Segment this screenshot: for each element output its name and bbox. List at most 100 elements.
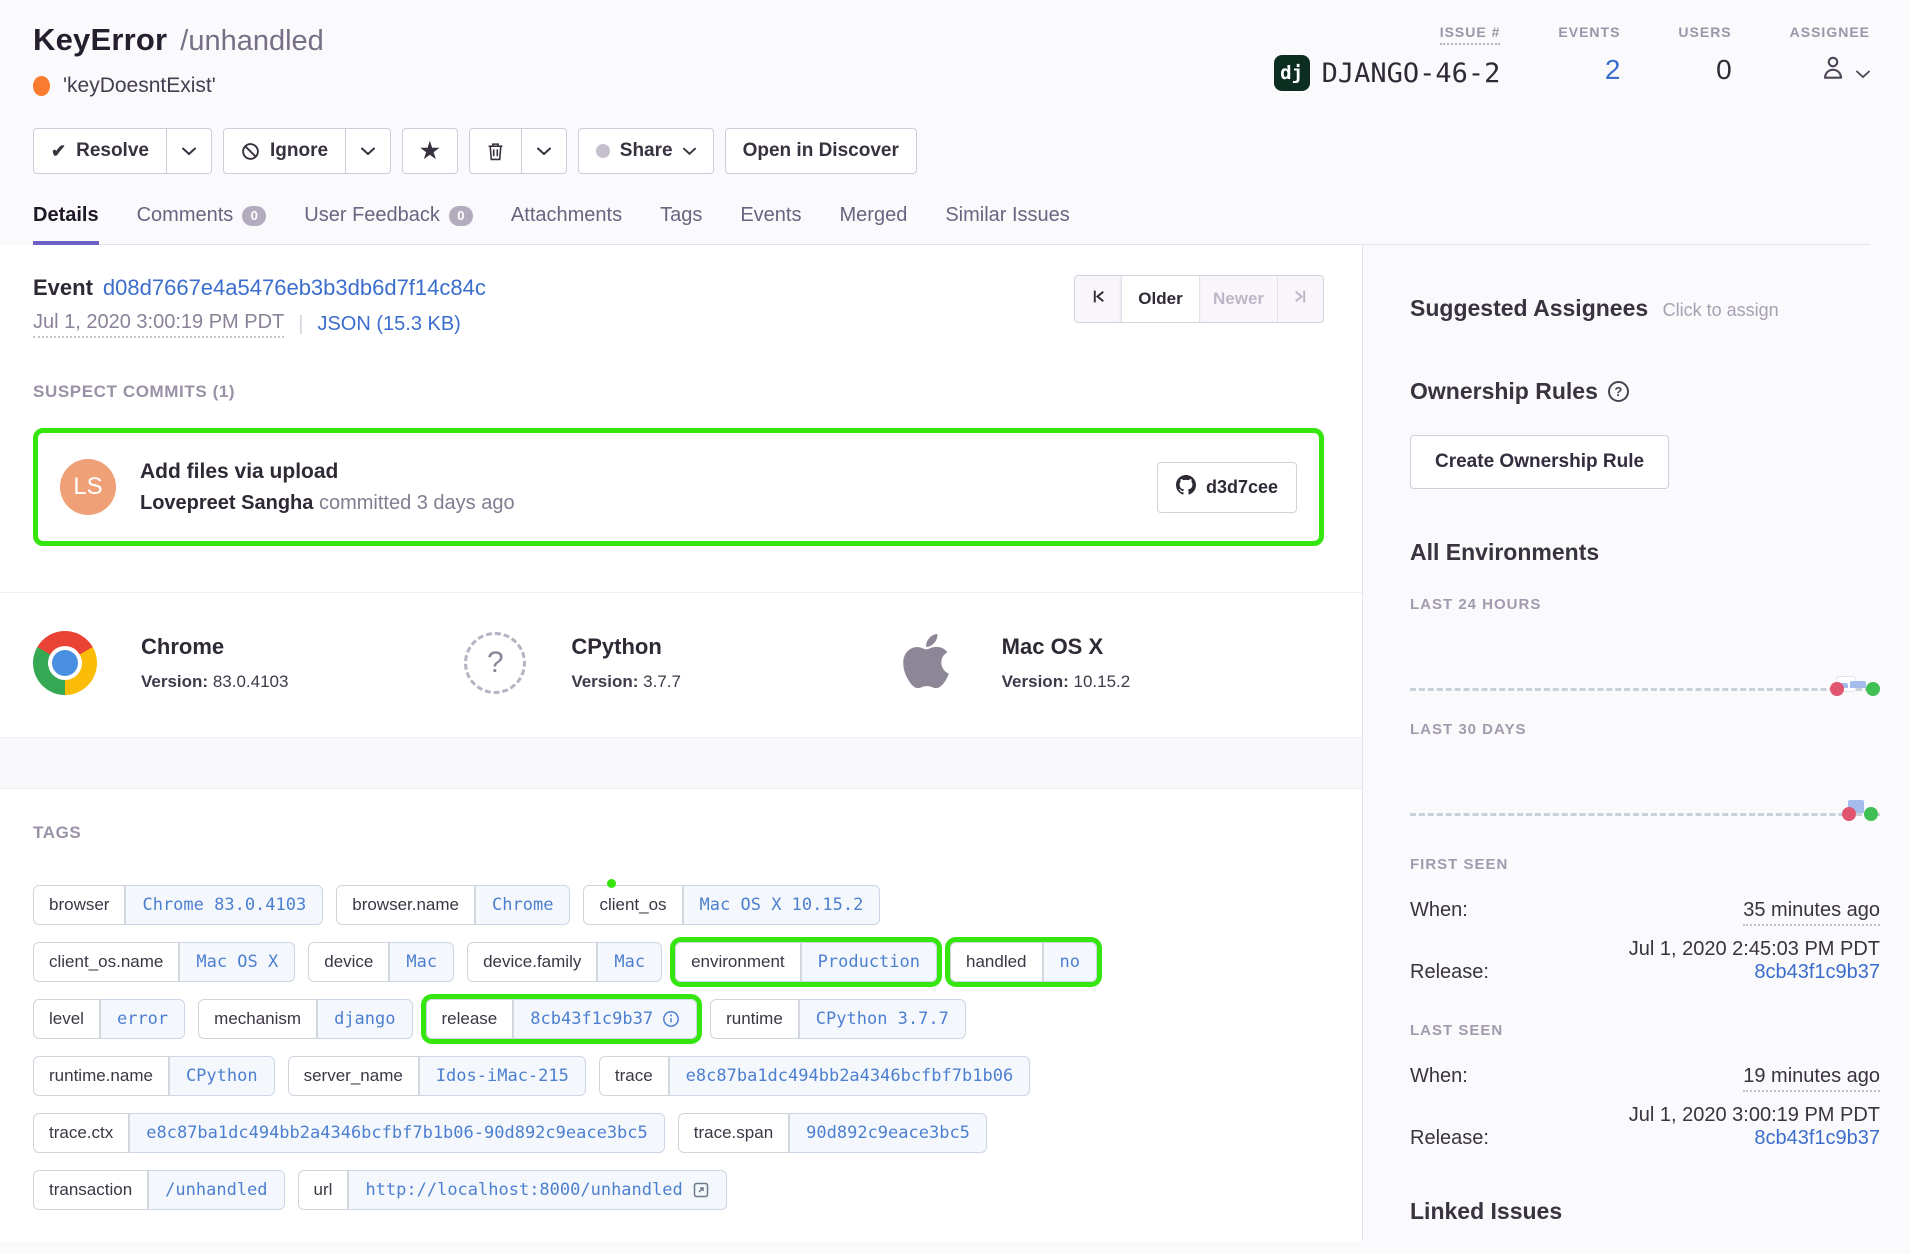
commit-author-avatar: LS (60, 459, 116, 515)
events-sparkline-30d[interactable] (1410, 738, 1880, 816)
ignore-dropdown-button[interactable] (346, 128, 391, 174)
external-link-icon[interactable] (692, 1181, 710, 1199)
tag-release: release 8cb43f1c9b37 (426, 999, 698, 1039)
tag-row: level error mechanism django (33, 999, 1324, 1039)
share-button[interactable]: Share (578, 128, 714, 174)
last-seen-release-link[interactable]: 8cb43f1c9b37 (1754, 1127, 1880, 1150)
tab-details[interactable]: Details (33, 204, 99, 244)
tag-key: trace.span (678, 1113, 789, 1153)
tag-value[interactable]: e8c87ba1dc494bb2a4346bcfbf7b1b06 (669, 1056, 1031, 1096)
environments-title: All Environments (1410, 539, 1880, 566)
tag-value[interactable]: no (1043, 942, 1097, 982)
event-label: Event (33, 275, 93, 300)
tag-value[interactable]: Chrome 83.0.4103 (125, 885, 323, 925)
event-id-link[interactable]: d08d7667e4a5476eb3b3db6d7f14c84c (103, 275, 486, 300)
commit-message: Add files via upload (140, 460, 1157, 484)
event-json-link[interactable]: JSON (15.3 KB) (317, 313, 460, 336)
tab-count-badge: 0 (242, 206, 266, 226)
context-version: 3.7.7 (643, 672, 681, 691)
tag-client_os: client_os Mac OS X 10.15.2 (583, 885, 880, 925)
first-seen-relative: 35 minutes ago (1743, 899, 1880, 926)
assignee-label: ASSIGNEE (1790, 24, 1870, 40)
older-event-button[interactable]: Older (1121, 276, 1199, 322)
tag-value[interactable]: Mac (597, 942, 662, 982)
create-ownership-rule-button[interactable]: Create Ownership Rule (1410, 435, 1669, 489)
issue-stats: ISSUE # dj DJANGO-46-2 EVENTS 2 USERS 0 … (1274, 22, 1870, 91)
issue-title: KeyError (33, 22, 167, 58)
django-project-icon: dj (1274, 55, 1310, 91)
ownership-rules-title: Ownership Rules (1410, 378, 1598, 405)
skip-to-latest-button[interactable] (1277, 276, 1323, 322)
tag-transaction: transaction /unhandled (33, 1170, 285, 1210)
help-icon[interactable]: ? (1608, 381, 1629, 402)
oldest-event-button[interactable] (1075, 276, 1121, 322)
tag-client_os.name: client_os.name Mac OS X (33, 942, 295, 982)
bookmark-button[interactable]: ★ (402, 128, 458, 174)
tab-comments[interactable]: Comments 0 (137, 204, 267, 244)
tab-user-feedback[interactable]: User Feedback 0 (304, 204, 473, 244)
context-name: CPython (571, 634, 681, 660)
tag-key: environment (675, 942, 801, 982)
latest-release-dot (1866, 682, 1880, 696)
tag-key: client_os.name (33, 942, 179, 982)
info-icon[interactable] (662, 1010, 680, 1028)
tab-tags[interactable]: Tags (660, 204, 702, 244)
latest-release-dot (1864, 807, 1878, 821)
event-pagination: Older Newer (1074, 275, 1324, 323)
tag-key: runtime (710, 999, 799, 1039)
ignore-button[interactable]: Ignore (223, 128, 346, 174)
tag-value[interactable]: Chrome (475, 885, 570, 925)
tag-value[interactable]: CPython (169, 1056, 275, 1096)
delete-dropdown-button[interactable] (522, 128, 567, 174)
tag-value[interactable]: 90d892c9eace3bc5 (789, 1113, 987, 1153)
tag-value[interactable]: e8c87ba1dc494bb2a4346bcfbf7b1b06-90d892c… (129, 1113, 665, 1153)
tag-value[interactable]: CPython 3.7.7 (799, 999, 966, 1039)
suggested-assignees-title: Suggested Assignees (1410, 295, 1648, 321)
events-count[interactable]: 2 (1558, 52, 1620, 88)
users-count[interactable]: 0 (1678, 52, 1731, 88)
tag-value[interactable]: Idos-iMac-215 (419, 1056, 586, 1096)
tab-similar-issues[interactable]: Similar Issues (945, 204, 1069, 244)
assignee-dropdown[interactable] (1790, 52, 1870, 88)
first-seen-absolute: Jul 1, 2020 2:45:03 PM PDT (1410, 938, 1880, 961)
skip-to-last-icon (1292, 288, 1309, 310)
sentry-issue-details-page: KeyError /unhandled 'keyDoesntExist' ISS… (0, 0, 1910, 1254)
tag-row: trace.ctx e8c87ba1dc494bb2a4346bcfbf7b1b… (33, 1113, 1324, 1153)
tag-value[interactable]: Mac OS X (179, 942, 295, 982)
issue-header: KeyError /unhandled 'keyDoesntExist' ISS… (0, 0, 1910, 245)
tag-key: client_os (583, 885, 682, 925)
resolve-button[interactable]: ✔ Resolve (33, 128, 167, 174)
tag-runtime: runtime CPython 3.7.7 (710, 999, 966, 1039)
commit-sha-button[interactable]: d3d7cee (1157, 462, 1297, 513)
last-30-days-label: LAST 30 DAYS (1410, 721, 1880, 738)
tag-level: level error (33, 999, 185, 1039)
issue-tabs: Details Comments 0 User Feedback 0 Attac… (33, 204, 1870, 245)
tag-key: server_name (288, 1056, 419, 1096)
tag-browser: browser Chrome 83.0.4103 (33, 885, 323, 925)
tab-events[interactable]: Events (740, 204, 801, 244)
first-seen-release-link[interactable]: 8cb43f1c9b37 (1754, 961, 1880, 984)
stat-events: EVENTS 2 (1558, 24, 1620, 91)
context-name: Chrome (141, 634, 288, 660)
tag-value[interactable]: Mac OS X 10.15.2 (683, 885, 881, 925)
tag-value[interactable]: /unhandled (148, 1170, 284, 1210)
last-seen-relative: 19 minutes ago (1743, 1065, 1880, 1092)
error-level-dot (33, 76, 50, 96)
newer-event-button[interactable]: Newer (1199, 276, 1277, 322)
tag-value[interactable]: 8cb43f1c9b37 (513, 999, 697, 1039)
tab-attachments[interactable]: Attachments (511, 204, 622, 244)
tag-value[interactable]: http://localhost:8000/unhandled (348, 1170, 726, 1210)
tag-handled: handled no (950, 942, 1097, 982)
chevron-down-icon (182, 147, 196, 156)
resolve-dropdown-button[interactable] (167, 128, 212, 174)
tag-value[interactable]: error (100, 999, 185, 1039)
open-in-discover-button[interactable]: Open in Discover (725, 128, 917, 174)
tag-value[interactable]: Production (801, 942, 937, 982)
tag-key: browser.name (336, 885, 475, 925)
delete-button[interactable] (469, 128, 522, 174)
events-sparkline-24h[interactable] (1410, 613, 1880, 691)
tag-value[interactable]: Mac (389, 942, 454, 982)
tab-merged[interactable]: Merged (840, 204, 908, 244)
issue-number-label: ISSUE # (1440, 24, 1501, 45)
tag-value[interactable]: django (317, 999, 412, 1039)
